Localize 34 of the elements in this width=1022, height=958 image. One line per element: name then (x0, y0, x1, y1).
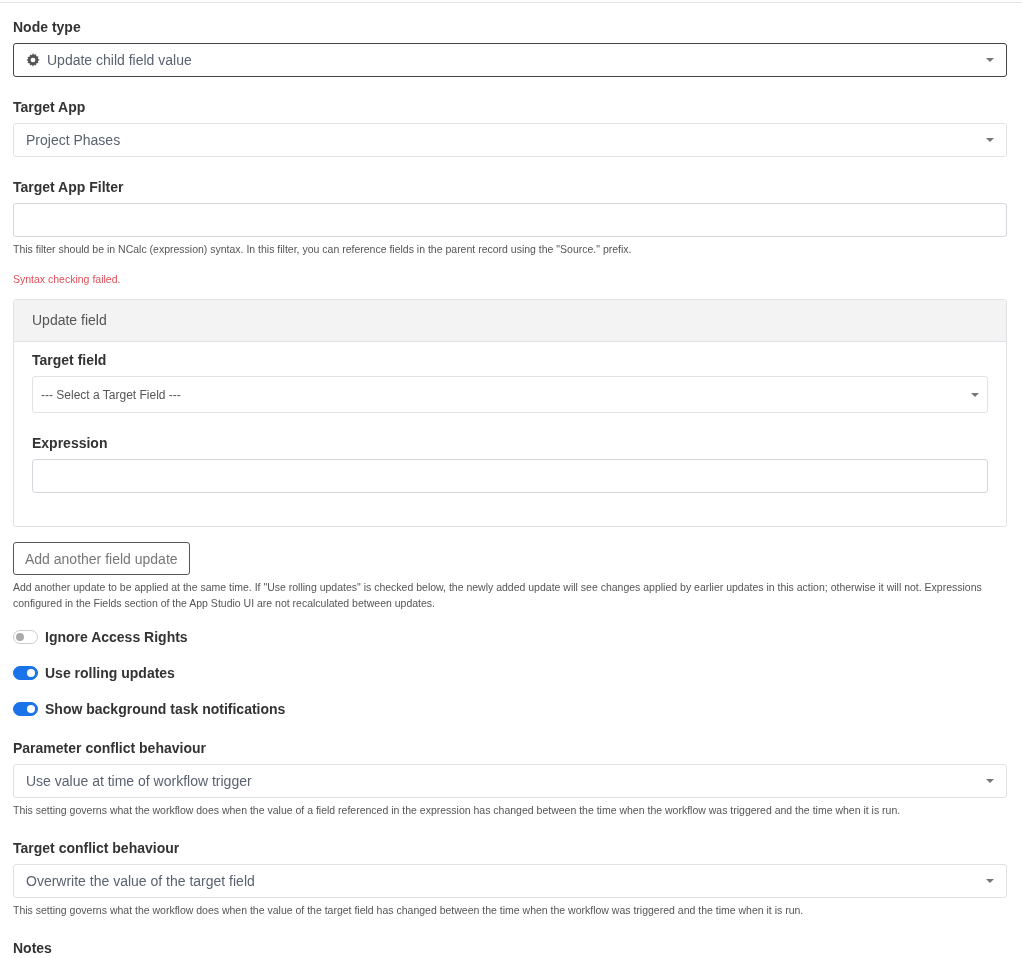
toggle-label: Show background task notifications (45, 700, 286, 717)
help-text: This setting governs what the workflow does when the value of a field referenced in the expression has changed between the time when the workflow was triggered and the time when it is run. (13, 803, 902, 818)
toggle-switch[interactable] (13, 665, 38, 680)
expression-input-field[interactable] (32, 459, 988, 493)
field-label: Node type (13, 19, 82, 35)
target-conflict-select[interactable]: Overwrite the value of the target field (13, 864, 1007, 898)
help-text: Add another update to be applied at the same time. If "Use rolling updates" is checked below, the newly added update will see changes applied by earlier updates in this action; otherwise it will not. Expressions configured in the Fields section of the App Studio UI are not recalculated between updates. (13, 580, 983, 611)
field-label: Notes (13, 940, 53, 956)
filter-input-field[interactable] (13, 203, 1007, 237)
caret-icon (971, 392, 979, 397)
field-label: Target App Filter (13, 179, 125, 195)
caret-icon (986, 138, 994, 142)
field-label: Target field (32, 352, 108, 368)
caret-icon (986, 58, 994, 62)
field-label: Expression (32, 435, 109, 451)
add-field-update-button[interactable]: Add another field update (13, 542, 190, 575)
target-field-select[interactable]: --- Select a Target Field --- (32, 376, 988, 413)
field-label: Target App (13, 99, 87, 115)
caret-icon (986, 879, 994, 883)
field-label: Parameter conflict behaviour (13, 740, 207, 756)
node-type-select[interactable]: Update child field value (13, 43, 1007, 77)
help-text: This filter should be in NCalc (expression) syntax. In this filter, you can reference fields in the parent record using the "Source." prefix. (13, 242, 633, 257)
toggle-label: Use rolling updates (45, 664, 175, 681)
help-text: This setting governs what the workflow does when the value of the target field has changed between the time when the workflow was triggered and the time when it is run. (13, 903, 805, 918)
toggle-switch[interactable] (13, 701, 38, 716)
toggle-label: Ignore Access Rights (45, 628, 188, 645)
error-text: Syntax checking failed. (13, 273, 122, 285)
target-app-select[interactable]: Project Phases (13, 123, 1007, 157)
panel-header: Update field (14, 300, 1006, 342)
caret-icon (986, 779, 994, 783)
parameter-conflict-select[interactable]: Use value at time of workflow trigger (13, 764, 1007, 798)
toggle-switch[interactable] (13, 629, 38, 644)
gear-icon (26, 53, 40, 67)
field-label: Target conflict behaviour (13, 840, 181, 856)
